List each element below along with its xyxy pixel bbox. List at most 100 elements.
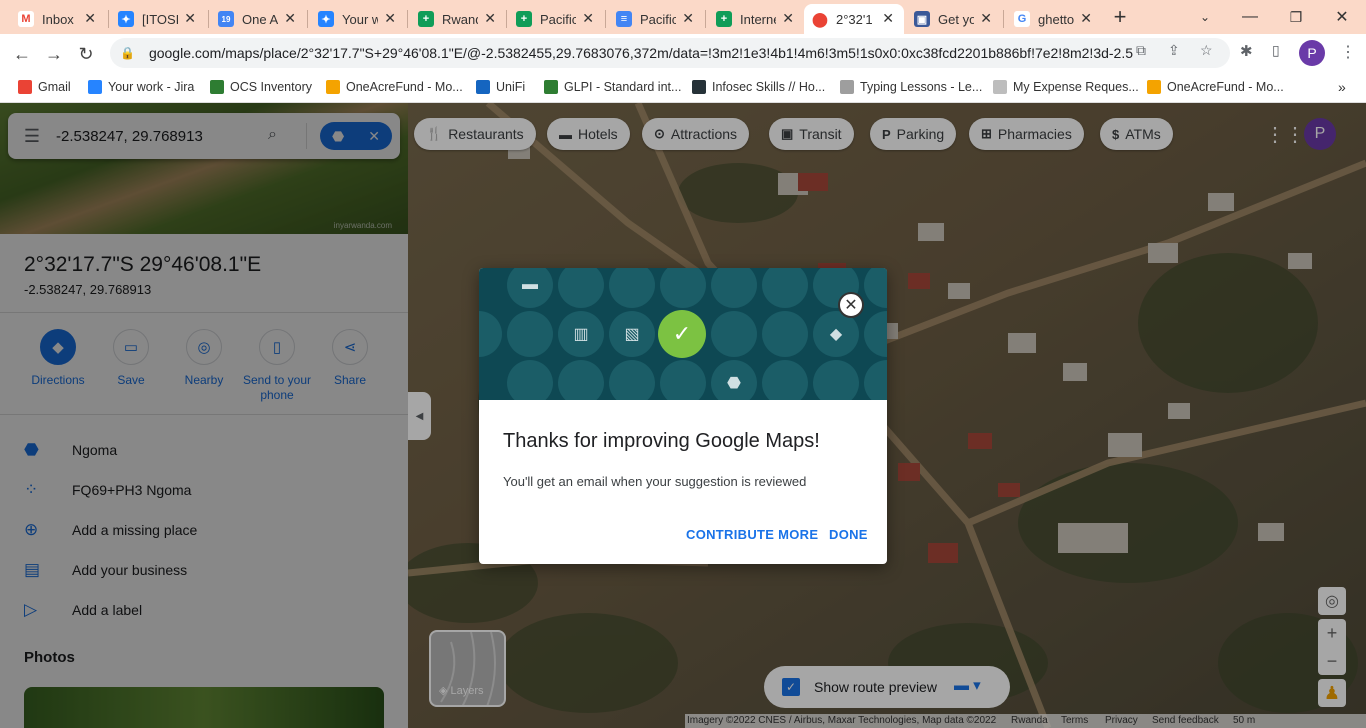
bookmarks-overflow-icon[interactable]: »: [1338, 77, 1346, 97]
bookmark-oneacrefund-2[interactable]: OneAcreFund - Mo...: [1147, 77, 1284, 97]
done-button[interactable]: DONE: [829, 527, 868, 542]
banner-circle: [813, 360, 859, 400]
banner-circle: [762, 311, 808, 357]
dialog-title: Thanks for improving Google Maps!: [503, 430, 820, 452]
bookmark-label: UniFi: [496, 80, 526, 94]
bookmark-label: Your work - Jira: [108, 80, 195, 94]
tab-search-chevron-icon[interactable]: ⌄: [1185, 4, 1225, 30]
reload-icon[interactable]: ↻: [72, 40, 100, 68]
jira-icon: ✦: [318, 11, 334, 27]
traffic-light-icon: ▥: [558, 311, 604, 357]
unifi-icon: [476, 80, 490, 94]
location-pin-icon: ⬣: [711, 360, 757, 400]
close-icon[interactable]: ✕: [980, 10, 992, 27]
back-arrow-icon[interactable]: ←: [8, 40, 36, 68]
banner-circle: [558, 360, 604, 400]
tab-label: [ITOSD: [142, 11, 178, 27]
bookmark-label: Gmail: [38, 80, 71, 94]
close-icon[interactable]: ✕: [682, 10, 694, 27]
tab-divider: [605, 10, 606, 28]
banner-circle: [762, 268, 808, 308]
close-icon[interactable]: ✕: [882, 10, 894, 27]
sheets-icon: +: [716, 11, 732, 27]
bookmark-label: GLPI - Standard int...: [564, 80, 682, 94]
sheets-icon: +: [418, 11, 434, 27]
document-icon: [993, 80, 1007, 94]
bookmark-glpi[interactable]: GLPI - Standard int...: [544, 77, 681, 97]
close-icon[interactable]: ✕: [1080, 10, 1092, 27]
oneacrefund-icon: [326, 80, 340, 94]
tab-itosd[interactable]: ✦ [ITOSD ✕: [110, 4, 206, 34]
bookmark-star-icon[interactable]: ☆: [1200, 42, 1213, 59]
infosec-icon: [692, 80, 706, 94]
bookmark-jira[interactable]: Your work - Jira: [88, 77, 194, 97]
tab-label: Your w: [342, 11, 378, 27]
gmail-icon: M: [18, 11, 34, 27]
bookmark-expense[interactable]: My Expense Reques...: [993, 77, 1139, 97]
close-icon[interactable]: ✕: [582, 10, 594, 27]
tab-pacific-sheet[interactable]: + Pacific ✕: [508, 4, 604, 34]
forward-arrow-icon[interactable]: →: [40, 40, 68, 68]
maps-pin-icon: ⬤: [812, 10, 828, 27]
banner-circle: [864, 268, 887, 308]
share-page-icon[interactable]: ⇪: [1168, 42, 1180, 59]
tab-divider: [407, 10, 408, 28]
tab-divider: [705, 10, 706, 28]
bookmarks-bar: Gmail Your work - Jira OCS Inventory One…: [0, 72, 1366, 103]
window-close-icon[interactable]: ✕: [1322, 4, 1362, 30]
car-icon: ▬: [507, 268, 553, 308]
tab-divider: [1003, 10, 1004, 28]
dialog-banner: ▬ ▥ ▧ ◆ ⬣ ✓ ✕: [479, 268, 887, 400]
tab-maps-active[interactable]: ⬤ 2°32'1 ✕: [804, 4, 904, 34]
tab-one-a[interactable]: 19 One A ✕: [210, 4, 306, 34]
bookmark-infosec[interactable]: Infosec Skills // Ho...: [692, 77, 825, 97]
bookmark-oneacrefund-1[interactable]: OneAcreFund - Mo...: [326, 77, 463, 97]
more-menu-icon[interactable]: ⋮: [1340, 42, 1356, 62]
browser-tab-strip: M Inbox ✕ ✦ [ITOSD ✕ 19 One A ✕ ✦ Your w…: [0, 0, 1366, 34]
contribute-more-button[interactable]: CONTRIBUTE MORE: [686, 527, 818, 542]
bookmark-label: OneAcreFund - Mo...: [346, 80, 463, 94]
tab-label: One A: [242, 11, 278, 27]
banner-circle: [711, 311, 757, 357]
close-icon[interactable]: ✕: [84, 10, 96, 27]
browser-profile-avatar[interactable]: P: [1299, 40, 1325, 66]
new-tab-plus-icon[interactable]: +: [1100, 4, 1140, 30]
bookmark-label: My Expense Reques...: [1013, 80, 1139, 94]
tab-rwanda[interactable]: + Rwand ✕: [410, 4, 506, 34]
banner-circle: [558, 268, 604, 308]
tab-pacific-doc[interactable]: ≡ Pacific ✕: [608, 4, 704, 34]
close-icon[interactable]: ✕: [782, 10, 794, 27]
bookmark-unifi[interactable]: UniFi: [476, 77, 525, 97]
tab-inbox[interactable]: M Inbox ✕: [10, 4, 106, 34]
tab-interne[interactable]: + Interne ✕: [708, 4, 804, 34]
bookmark-gmail[interactable]: Gmail: [18, 77, 71, 97]
tab-get-yo[interactable]: ▣ Get yo ✕: [906, 4, 1002, 34]
calendar-icon: 19: [218, 11, 234, 27]
close-icon[interactable]: ✕: [284, 10, 296, 27]
dialog-close-icon[interactable]: ✕: [838, 292, 864, 318]
open-in-app-icon[interactable]: ⧉: [1136, 42, 1146, 59]
tab-divider: [208, 10, 209, 28]
sheets-icon: +: [516, 11, 532, 27]
url-text: google.com/maps/place/2°32'17.7"S+29°46'…: [148, 45, 1134, 61]
tab-ghetto[interactable]: G ghetto ✕: [1006, 4, 1102, 34]
tab-your-work[interactable]: ✦ Your w ✕: [310, 4, 406, 34]
banner-circle: [609, 268, 655, 308]
google-icon: G: [1014, 11, 1030, 27]
bookmark-typing[interactable]: Typing Lessons - Le...: [840, 77, 982, 97]
close-icon[interactable]: ✕: [484, 10, 496, 27]
banner-circle: [660, 360, 706, 400]
url-omnibox[interactable]: 🔒 google.com/maps/place/2°32'17.7"S+29°4…: [110, 38, 1230, 68]
side-panel-icon[interactable]: ▯: [1272, 42, 1280, 59]
banner-circle: [507, 360, 553, 400]
minimize-icon[interactable]: —: [1230, 4, 1270, 30]
banner-circle: [479, 311, 502, 357]
typing-icon: [840, 80, 854, 94]
bookmark-ocs[interactable]: OCS Inventory: [210, 77, 312, 97]
extensions-puzzle-icon[interactable]: ✱: [1240, 42, 1253, 60]
banner-circle: [864, 311, 887, 357]
close-icon[interactable]: ✕: [184, 10, 196, 27]
tab-divider: [506, 10, 507, 28]
restore-icon[interactable]: ❐: [1276, 4, 1316, 30]
close-icon[interactable]: ✕: [384, 10, 396, 27]
